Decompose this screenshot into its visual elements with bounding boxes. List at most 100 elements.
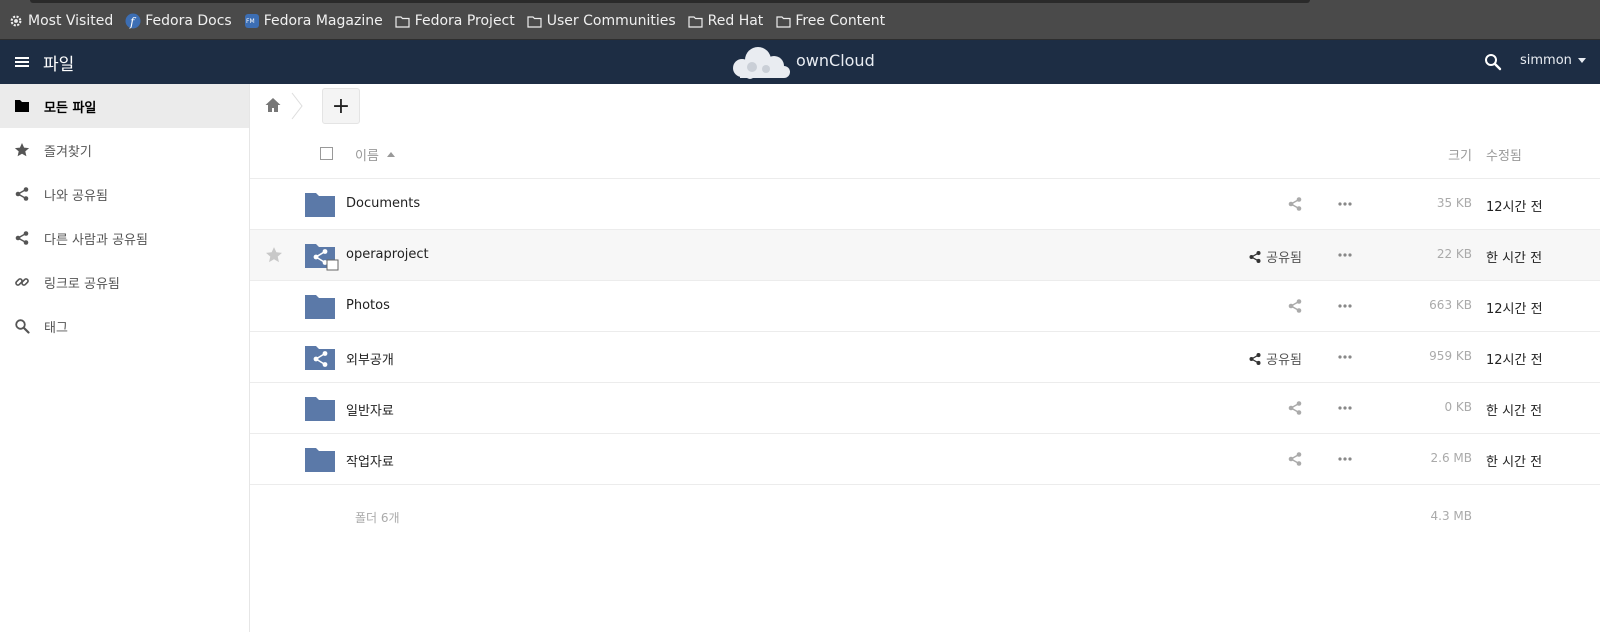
more-actions-icon[interactable]: [1336, 400, 1354, 416]
file-size: 2.6 MB: [1430, 451, 1472, 465]
file-row[interactable]: 일반자료 0 KB 한 시간 전: [250, 383, 1600, 434]
new-button[interactable]: +: [322, 88, 360, 124]
star-icon: [14, 142, 30, 158]
more-actions-icon[interactable]: [1336, 196, 1354, 212]
column-modified-header[interactable]: 수정됨: [1486, 145, 1522, 164]
nav-label: 다른 사람과 공유됨: [44, 232, 148, 248]
bookmark-user-communities[interactable]: User Communities: [527, 13, 676, 29]
more-actions-icon[interactable]: [1336, 349, 1354, 365]
share-icon: [1248, 250, 1262, 264]
file-list-header: 이름 크기 수정됨: [250, 128, 1600, 179]
bookmarks-toolbar: Most Visited f Fedora Docs FM Fedora Mag…: [0, 0, 1600, 40]
folder-icon: [395, 13, 411, 29]
file-list: 이름 크기 수정됨 Documents 35 KB 12시간 전 operapr…: [250, 128, 1600, 545]
bookmark-free-content[interactable]: Free Content: [775, 13, 885, 29]
nav-all-files[interactable]: 모든 파일: [0, 84, 249, 128]
hamburger-menu-icon[interactable]: [12, 52, 32, 72]
bookmark-fedora-docs[interactable]: f Fedora Docs: [125, 13, 232, 29]
app-navigation: 모든 파일 즐겨찾기 나와 공유됨 다른 사람과 공유됨 링크로 공유됨 태그: [0, 84, 250, 632]
nav-label: 태그: [44, 320, 68, 336]
folder-icon: [14, 98, 30, 114]
column-name-header[interactable]: 이름: [355, 145, 395, 164]
bookmark-label: Most Visited: [28, 13, 114, 29]
bookmark-label: Fedora Magazine: [263, 13, 383, 29]
file-modified: 한 시간 전: [1486, 404, 1543, 419]
file-row[interactable]: Documents 35 KB 12시간 전: [250, 179, 1600, 230]
more-actions-icon[interactable]: [1336, 247, 1354, 263]
folder-icon[interactable]: [305, 445, 335, 473]
share-icon[interactable]: [1287, 298, 1303, 314]
folder-icon[interactable]: [305, 190, 335, 218]
bookmark-label: Red Hat: [707, 13, 764, 29]
app-title[interactable]: 파일: [43, 50, 74, 75]
bookmark-fedora-magazine[interactable]: FM Fedora Magazine: [244, 13, 383, 29]
file-row[interactable]: operaproject 공유됨 22 KB 한 시간 전: [250, 230, 1600, 281]
file-size: 959 KB: [1429, 349, 1472, 363]
file-size: 0 KB: [1444, 400, 1472, 414]
more-actions-icon[interactable]: [1336, 298, 1354, 314]
owncloud-logo-icon[interactable]: [728, 44, 792, 80]
folder-icon[interactable]: [305, 292, 335, 320]
shared-folder-icon[interactable]: [305, 343, 335, 371]
file-row[interactable]: Photos 663 KB 12시간 전: [250, 281, 1600, 332]
star-icon[interactable]: [265, 246, 283, 264]
file-size: 663 KB: [1429, 298, 1472, 312]
share-icon[interactable]: [1287, 196, 1303, 212]
share-icon[interactable]: [1287, 451, 1303, 467]
file-name[interactable]: operaproject: [346, 247, 429, 262]
file-list-summary: 폴더 6개 4.3 MB: [250, 485, 1600, 545]
link-icon: [14, 274, 30, 290]
nav-label: 나와 공유됨: [44, 188, 108, 204]
folder-icon: [775, 13, 791, 29]
nav-shared-by-link[interactable]: 링크로 공유됨: [0, 260, 249, 304]
brand-name: ownCloud: [796, 51, 875, 70]
nav-label: 모든 파일: [44, 100, 97, 116]
nav-favorites[interactable]: 즐겨찾기: [0, 128, 249, 172]
file-name[interactable]: Documents: [346, 196, 420, 211]
column-size-header[interactable]: 크기: [1432, 145, 1472, 164]
file-row[interactable]: 외부공개 공유됨 959 KB 12시간 전: [250, 332, 1600, 383]
file-modified: 12시간 전: [1486, 353, 1543, 368]
gear-icon: [8, 13, 24, 29]
shared-label: 공유됨: [1266, 251, 1302, 266]
file-name[interactable]: Photos: [346, 298, 390, 313]
file-row[interactable]: 작업자료 2.6 MB 한 시간 전: [250, 434, 1600, 485]
nav-shared-with-you[interactable]: 나와 공유됨: [0, 172, 249, 216]
bookmark-label: User Communities: [546, 13, 676, 29]
url-bar-edge: [30, 0, 1310, 3]
share-icon: [1248, 352, 1262, 366]
shared-indicator[interactable]: 공유됨: [1248, 349, 1302, 368]
share-icon[interactable]: [1287, 400, 1303, 416]
bookmark-fedora-project[interactable]: Fedora Project: [395, 13, 515, 29]
search-icon[interactable]: [1484, 53, 1502, 71]
user-name: simmon: [1520, 53, 1572, 68]
column-label: 이름: [355, 149, 379, 164]
folder-count: 폴더 6개: [355, 511, 400, 525]
app-header: 파일 ownCloud simmon: [0, 40, 1600, 84]
shared-label: 공유됨: [1266, 353, 1302, 368]
total-size: 4.3 MB: [1430, 509, 1472, 523]
shared-folder-icon[interactable]: [305, 241, 339, 271]
file-name[interactable]: 일반자료: [346, 400, 394, 419]
bookmark-red-hat[interactable]: Red Hat: [688, 13, 764, 29]
nav-tags[interactable]: 태그: [0, 304, 249, 348]
nav-shared-with-others[interactable]: 다른 사람과 공유됨: [0, 216, 249, 260]
shared-indicator[interactable]: 공유됨: [1248, 247, 1302, 266]
folder-icon: [527, 13, 543, 29]
bookmark-label: Fedora Docs: [145, 13, 232, 29]
file-name[interactable]: 외부공개: [346, 349, 394, 368]
search-icon: [14, 318, 30, 334]
bookmark-label: Fedora Project: [414, 13, 515, 29]
bookmark-most-visited[interactable]: Most Visited: [8, 13, 113, 29]
file-size: 35 KB: [1436, 196, 1472, 210]
folder-icon[interactable]: [305, 394, 335, 422]
select-all-checkbox[interactable]: [320, 147, 333, 160]
file-modified: 한 시간 전: [1486, 455, 1543, 470]
file-name[interactable]: 작업자료: [346, 451, 394, 470]
nav-label: 즐겨찾기: [44, 144, 92, 160]
home-icon[interactable]: [264, 96, 282, 114]
more-actions-icon[interactable]: [1336, 451, 1354, 467]
user-menu[interactable]: simmon: [1520, 53, 1586, 68]
file-modified: 12시간 전: [1486, 200, 1543, 215]
svg-text:FM: FM: [246, 18, 255, 25]
